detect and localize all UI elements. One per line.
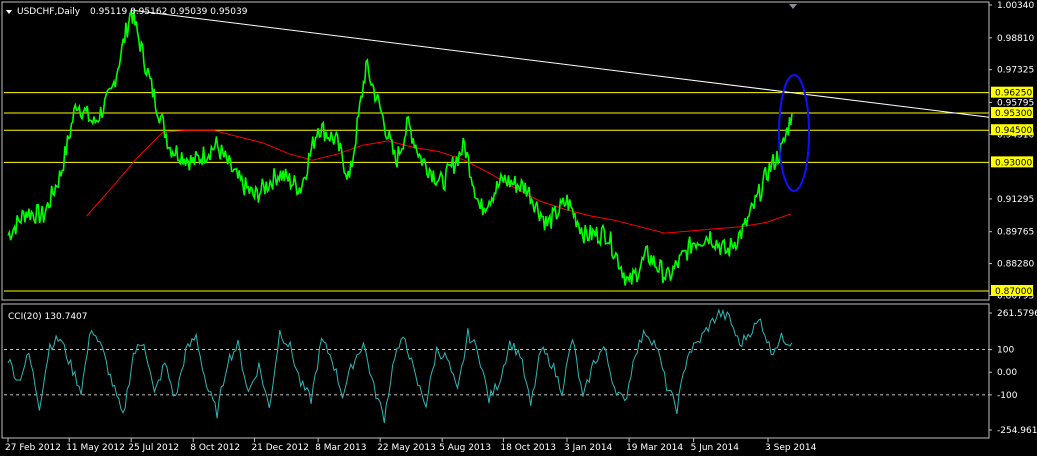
level-tag-label: 0.93000 <box>995 158 1032 168</box>
cci-line <box>7 308 793 423</box>
cci-tick-label: 100 <box>997 346 1014 356</box>
cci-tick-label: -254.9616 <box>997 426 1037 436</box>
price-tick-label: 0.89765 <box>997 228 1034 238</box>
chart-canvas[interactable]: 1.003400.988100.973250.957950.943100.912… <box>0 0 1037 456</box>
time-tick-label: 3 Sep 2014 <box>765 443 817 453</box>
ohlc-label: 0.95119 0.95162 0.95039 0.95039 <box>90 7 248 17</box>
price-tick-label: 0.98810 <box>997 34 1034 44</box>
dropdown-arrow-icon[interactable] <box>6 10 12 14</box>
time-tick-label: 27 Feb 2012 <box>5 443 61 453</box>
moving-average-line <box>86 129 792 234</box>
shift-marker-icon[interactable] <box>789 4 797 9</box>
time-tick-label: 18 Oct 2013 <box>500 443 556 453</box>
cci-axis: 261.5796 100 0.00 -100 -254.9616 <box>989 309 1037 436</box>
price-group <box>7 8 793 286</box>
level-tag-label: 0.95300 <box>995 109 1032 119</box>
indicator-label: CCI(20) 130.7407 <box>8 312 88 322</box>
time-tick-label: 25 Jul 2012 <box>128 443 179 453</box>
time-tick-label: 8 Mar 2013 <box>315 443 366 453</box>
symbol-label: USDCHF,Daily <box>17 7 81 17</box>
price-tick-label: 0.97325 <box>997 66 1034 76</box>
time-tick-label: 5 Jun 2014 <box>691 443 740 453</box>
level-tag-label: 0.87000 <box>995 287 1032 297</box>
time-tick-label: 8 Oct 2012 <box>190 443 240 453</box>
cci-tick-label: -100 <box>997 391 1018 401</box>
time-tick-label: 3 Jan 2014 <box>564 443 612 453</box>
trendline-group <box>131 9 990 118</box>
level-tag-label: 0.96250 <box>995 89 1032 99</box>
time-tick-label: 19 Mar 2014 <box>626 443 683 453</box>
price-tick-label: 0.95795 <box>997 98 1034 108</box>
trading-chart-window[interactable]: 1.00340 0.98810 0.97325 0.95795 0.94310 0.912… <box>0 0 1037 456</box>
level-tag-label: 0.94500 <box>995 126 1032 136</box>
price-tick-label: 1.00340 <box>997 1 1034 11</box>
cci-tick-label: 0.00 <box>997 368 1017 378</box>
trendline <box>131 9 990 118</box>
main-plot-frame <box>1 1 990 301</box>
price-line <box>7 8 793 286</box>
moving-average-group <box>86 129 792 234</box>
time-axis: 27 Feb 2012 11 May 2012 25 Jul 2012 8 Oct 2… <box>5 438 817 453</box>
time-tick-label: 5 Aug 2013 <box>439 443 491 453</box>
cci-tick-label: 261.5796 <box>997 309 1037 319</box>
price-tick-label: 0.91295 <box>997 195 1034 205</box>
price-axis: 1.003400.988100.973250.957950.943100.912… <box>989 1 1034 301</box>
time-tick-label: 21 Dec 2012 <box>251 443 309 453</box>
price-tick-label: 0.88280 <box>997 260 1034 270</box>
time-tick-label: 11 May 2012 <box>66 443 125 453</box>
time-tick-label: 22 May 2013 <box>377 443 436 453</box>
cci-group <box>4 308 989 423</box>
